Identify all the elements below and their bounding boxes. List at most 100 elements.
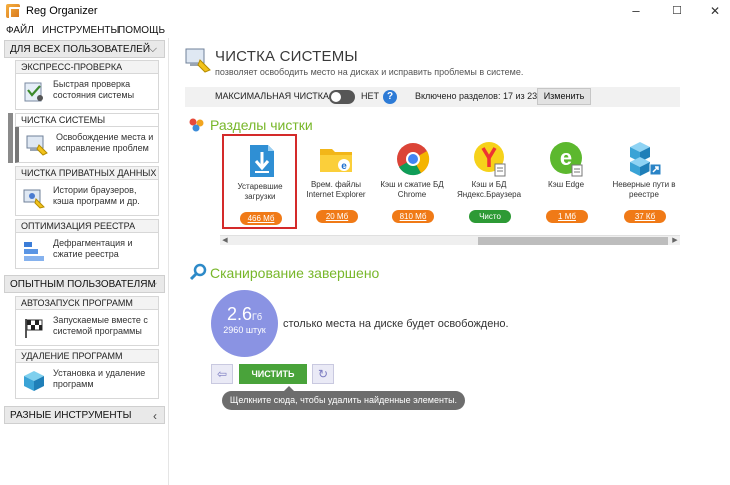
app-logo-icon: [6, 4, 21, 19]
clean-badge[interactable]: Чисто: [469, 210, 511, 223]
close-button[interactable]: ✕: [703, 2, 727, 20]
box-icon: [24, 371, 44, 391]
chevron-down-icon: ⌵: [148, 278, 157, 290]
size-badge[interactable]: 20 Мб: [316, 210, 358, 223]
sections-pin-icon: [189, 118, 204, 132]
section-misc-tools-label: РАЗНЫЕ ИНСТРУМЕНТЫ: [10, 410, 132, 421]
sidebar-item-title: ЧИСТКА СИСТЕМЫ: [15, 113, 159, 127]
registry-icon: [24, 242, 44, 261]
sidebar-item-body: Быстрая проверка состояния системы: [15, 74, 159, 110]
sidebar-item-text: Запускаемые вместе с системой программы: [53, 315, 148, 336]
sidebar-item-text: Дефрагментация и сжатие реестра: [53, 238, 133, 259]
sidebar-item-title: УДАЛЕНИЕ ПРОГРАММ: [15, 349, 159, 363]
download-doc-icon: [250, 145, 274, 177]
change-sections-button[interactable]: Изменить: [537, 88, 591, 105]
sections-list: Устаревшие загрузки 466 Мб e Врем. файлы…: [220, 130, 680, 235]
freed-size: 2.6Гб: [211, 304, 278, 325]
flag-icon: [25, 319, 43, 338]
maximize-button[interactable]: ☐: [665, 2, 689, 20]
tile-label: Устаревшие загрузки: [237, 182, 283, 201]
max-clean-toggle[interactable]: [329, 90, 355, 104]
sidebar-item-text: Быстрая проверка состояния системы: [53, 79, 135, 100]
menu-help[interactable]: ПОМОЩЬ: [118, 25, 165, 36]
chevron-left-icon: ‹: [153, 409, 157, 423]
minimize-button[interactable]: –: [624, 2, 648, 20]
tile-ie-temp[interactable]: e Врем. файлы Internet Explorer 20 Мб: [300, 134, 375, 229]
scan-status-title: Сканирование завершено: [210, 265, 380, 281]
sidebar-item-title: ЭКСПРЕСС-ПРОВЕРКА: [15, 60, 159, 74]
magnifier-icon: [189, 263, 207, 281]
arrow-left-icon: ⇦: [216, 367, 228, 381]
yandex-icon: [474, 142, 506, 177]
section-all-users-label: ДЛЯ ВСЕХ ПОЛЬЗОВАТЕЛЕЙ: [10, 44, 151, 55]
toggle-state-label: НЕТ: [361, 91, 379, 101]
clean-button[interactable]: ЧИСТИТЬ: [239, 364, 307, 384]
sidebar-item-body: Освобождение места и исправление проблем: [15, 127, 159, 163]
active-indicator: [8, 113, 13, 163]
sidebar-item-text: Установка и удаление программ: [53, 368, 146, 389]
sidebar-item-body: Запускаемые вместе с системой программы: [15, 310, 159, 346]
freed-size-value: 2.6: [226, 304, 252, 324]
tile-chrome-cache[interactable]: Кэш и сжатие БД Chrome 810 Мб: [376, 134, 451, 229]
app-window: Reg Organizer – ☐ ✕ ФАЙЛ ИНСТРУМЕНТЫ ПОМ…: [0, 0, 730, 485]
max-clean-label: МАКСИМАЛЬНАЯ ЧИСТКА: [215, 91, 330, 101]
size-badge[interactable]: 810 Мб: [392, 210, 434, 223]
freed-space-text: столько места на диске будет освобождено…: [283, 318, 509, 330]
section-misc-tools[interactable]: РАЗНЫЕ ИНСТРУМЕНТЫ ‹: [4, 406, 165, 424]
tile-old-downloads[interactable]: Устаревшие загрузки 466 Мб: [222, 134, 297, 229]
chrome-icon: [397, 143, 430, 176]
freed-space-bubble: 2.6Гб 2960 штук: [211, 290, 278, 357]
tile-registry-paths[interactable]: Неверные пути в реестре 37 Кб: [608, 134, 683, 229]
help-icon[interactable]: ?: [383, 90, 397, 104]
edge-icon: e: [550, 142, 583, 177]
window-title: Reg Organizer: [26, 5, 98, 17]
page-title: ЧИСТКА СИСТЕМЫ: [215, 48, 358, 65]
tile-label: Кэш и сжатие БД Chrome: [380, 180, 444, 199]
chevron-down-icon: ⌵: [148, 43, 157, 55]
sidebar-item-body: Истории браузеров, кэша программ и др.: [15, 180, 159, 216]
menu-file[interactable]: ФАЙЛ: [6, 25, 34, 36]
sidebar-item-text: Освобождение места и исправление проблем: [56, 132, 154, 153]
scroll-left-icon[interactable]: ◀: [220, 236, 230, 246]
privacy-icon: [23, 189, 45, 209]
folder-ie-icon: e: [320, 149, 352, 172]
tile-label: Кэш и БД Яндекс.Браузера: [456, 180, 522, 199]
section-experienced-users-label: ОПЫТНЫМ ПОЛЬЗОВАТЕЛЯМ: [10, 279, 156, 290]
section-experienced-users[interactable]: ОПЫТНЫМ ПОЛЬЗОВАТЕЛЯМ ⌵: [4, 275, 165, 293]
divider: [168, 38, 169, 485]
tile-label: Неверные пути в реестре: [612, 180, 676, 199]
back-button[interactable]: ⇦: [211, 364, 233, 384]
size-badge[interactable]: 37 Кб: [624, 210, 666, 223]
menu-bar: ФАЙЛ ИНСТРУМЕНТЫ ПОМОЩЬ: [0, 22, 730, 38]
refresh-icon: ↻: [317, 367, 329, 381]
sections-enabled-text: Включено разделов: 17 из 23: [415, 91, 538, 101]
rescan-button[interactable]: ↻: [312, 364, 334, 384]
title-bar: Reg Organizer – ☐ ✕: [0, 0, 730, 22]
sidebar-item-body: Установка и удаление программ: [15, 363, 159, 399]
tile-label: Кэш Edge: [547, 180, 585, 189]
sidebar: ДЛЯ ВСЕХ ПОЛЬЗОВАТЕЛЕЙ ⌵ ЭКСПРЕСС-ПРОВЕР…: [4, 38, 165, 485]
svg-text:e: e: [560, 145, 572, 170]
broom-icon: [26, 135, 48, 156]
freed-size-unit: Гб: [252, 312, 263, 322]
menu-tools[interactable]: ИНСТРУМЕНТЫ: [42, 25, 119, 36]
tile-yandex-cache[interactable]: Кэш и БД Яндекс.Браузера Чисто: [453, 134, 528, 229]
sidebar-item-text: Истории браузеров, кэша программ и др.: [53, 185, 140, 206]
options-bar: МАКСИМАЛЬНАЯ ЧИСТКА НЕТ ? Включено разде…: [185, 87, 680, 107]
registry-cubes-icon: [630, 142, 662, 176]
section-all-users[interactable]: ДЛЯ ВСЕХ ПОЛЬЗОВАТЕЛЕЙ ⌵: [4, 40, 165, 58]
sidebar-item-title: АВТОЗАПУСК ПРОГРАММ: [15, 296, 159, 310]
svg-text:e: e: [341, 161, 347, 172]
sections-scrollbar[interactable]: ◀ ▶: [220, 235, 680, 245]
size-badge[interactable]: 1 Мб: [546, 210, 588, 223]
sidebar-item-title: ОПТИМИЗАЦИЯ РЕЕСТРА: [15, 219, 159, 233]
size-badge[interactable]: 466 Мб: [240, 212, 282, 225]
tile-edge-cache[interactable]: e Кэш Edge 1 Мб: [530, 134, 605, 229]
scroll-right-icon[interactable]: ▶: [670, 236, 680, 246]
page-subtitle: позволяет освободить место на дисках и и…: [215, 67, 524, 77]
clean-tooltip: Щелкните сюда, чтобы удалить найденные э…: [222, 386, 465, 410]
sidebar-item-body: Дефрагментация и сжатие реестра: [15, 233, 159, 269]
scrollbar-thumb[interactable]: [478, 237, 668, 245]
sidebar-item-title: ЧИСТКА ПРИВАТНЫХ ДАННЫХ: [15, 166, 159, 180]
system-clean-icon: [185, 48, 211, 73]
